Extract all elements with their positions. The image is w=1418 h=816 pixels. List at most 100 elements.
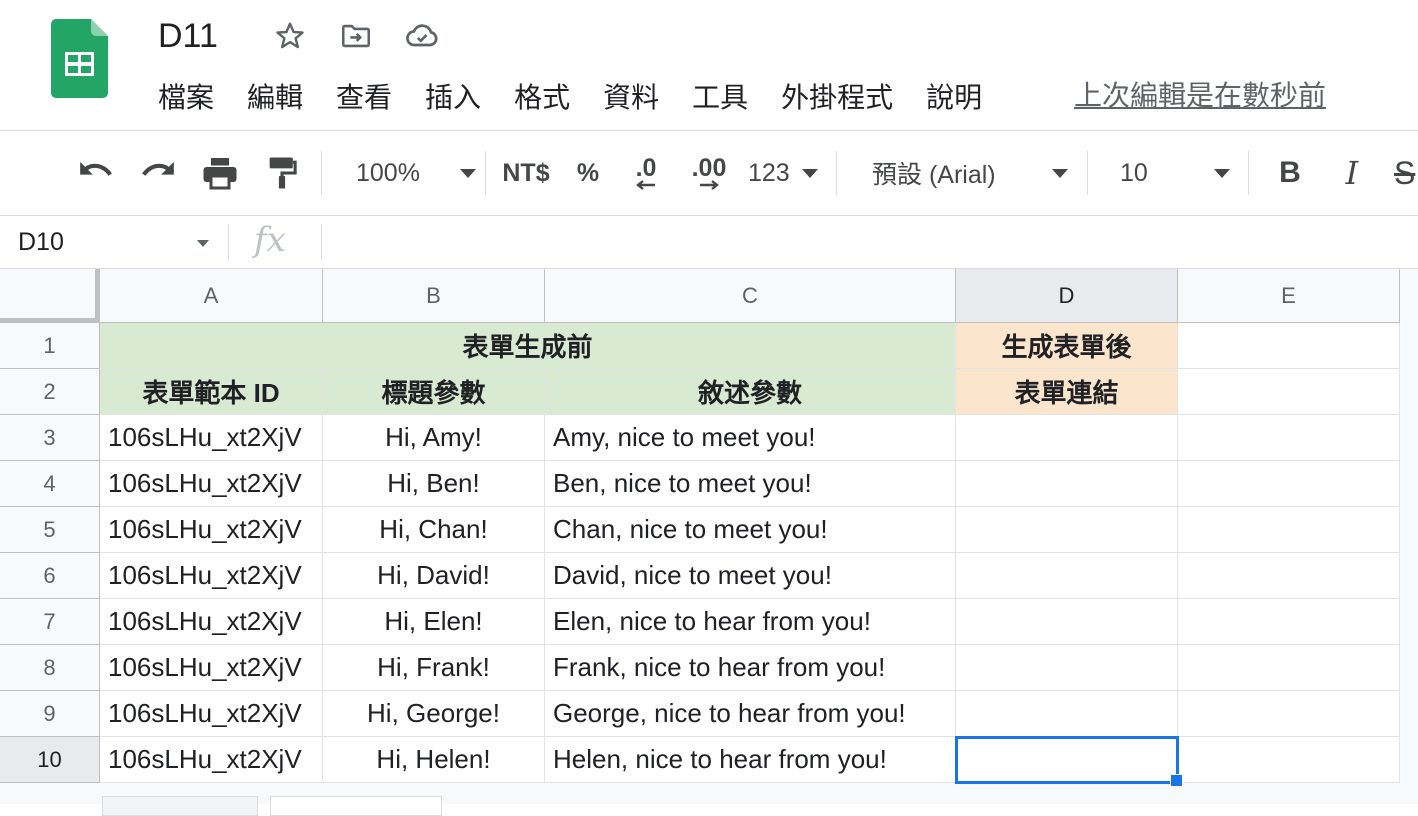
- cell-c10[interactable]: Helen, nice to hear from you!: [545, 737, 956, 783]
- cell-b5[interactable]: Hi, Chan!: [323, 507, 545, 553]
- google-sheets-logo[interactable]: [51, 19, 108, 98]
- cell-e2[interactable]: [1178, 369, 1400, 415]
- row-header-8[interactable]: 8: [0, 645, 100, 691]
- bold-button[interactable]: B: [1270, 151, 1310, 195]
- cell-d1[interactable]: 生成表單後: [956, 323, 1178, 369]
- row-header-2[interactable]: 2: [0, 369, 100, 415]
- cell-e7[interactable]: [1178, 599, 1400, 645]
- column-header-a[interactable]: A: [100, 269, 323, 323]
- cell-a10[interactable]: 106sLHu_xt2XjV: [100, 737, 323, 783]
- column-header-b[interactable]: B: [323, 269, 545, 323]
- menu-file[interactable]: 檔案: [158, 76, 214, 116]
- more-formats-select[interactable]: 123: [748, 151, 818, 195]
- cell-e9[interactable]: [1178, 691, 1400, 737]
- cell-c9[interactable]: George, nice to hear from you!: [545, 691, 956, 737]
- menu-view[interactable]: 查看: [336, 76, 392, 116]
- star-icon[interactable]: [272, 18, 308, 54]
- menu-help[interactable]: 說明: [926, 76, 982, 116]
- select-all-corner[interactable]: [0, 269, 100, 323]
- cell-a7[interactable]: 106sLHu_xt2XjV: [100, 599, 323, 645]
- cell-b10[interactable]: Hi, Helen!: [323, 737, 545, 783]
- cell-e5[interactable]: [1178, 507, 1400, 553]
- last-edit-link[interactable]: 上次編輯是在數秒前: [1074, 76, 1326, 116]
- cell-a1-merged[interactable]: 表單生成前: [100, 323, 956, 369]
- cell-a9[interactable]: 106sLHu_xt2XjV: [100, 691, 323, 737]
- menu-insert[interactable]: 插入: [425, 76, 481, 116]
- cell-e8[interactable]: [1178, 645, 1400, 691]
- cell-d8[interactable]: [956, 645, 1178, 691]
- cell-d6[interactable]: [956, 553, 1178, 599]
- row-header-9[interactable]: 9: [0, 691, 100, 737]
- cell-a2[interactable]: 表單範本 ID: [100, 369, 323, 415]
- column-header-d[interactable]: D: [956, 269, 1178, 323]
- cell-a6[interactable]: 106sLHu_xt2XjV: [100, 553, 323, 599]
- zoom-select[interactable]: 100%: [336, 151, 476, 195]
- decrease-decimal-button[interactable]: .0: [624, 151, 668, 195]
- italic-button[interactable]: I: [1332, 151, 1372, 195]
- move-to-folder-icon[interactable]: [338, 18, 374, 54]
- column-header-e[interactable]: E: [1178, 269, 1400, 323]
- cell-b4[interactable]: Hi, Ben!: [323, 461, 545, 507]
- cell-c3[interactable]: Amy, nice to meet you!: [545, 415, 956, 461]
- increase-decimal-button[interactable]: .00: [686, 151, 732, 195]
- cell-a3[interactable]: 106sLHu_xt2XjV: [100, 415, 323, 461]
- cell-b7[interactable]: Hi, Elen!: [323, 599, 545, 645]
- cell-d4[interactable]: [956, 461, 1178, 507]
- strikethrough-button[interactable]: S: [1394, 151, 1418, 195]
- cell-a5[interactable]: 106sLHu_xt2XjV: [100, 507, 323, 553]
- paint-format-icon[interactable]: [262, 151, 302, 195]
- cell-b6[interactable]: Hi, David!: [323, 553, 545, 599]
- chevron-down-icon[interactable]: [197, 240, 209, 247]
- cell-d5[interactable]: [956, 507, 1178, 553]
- menu-data[interactable]: 資料: [603, 76, 659, 116]
- menu-edit[interactable]: 編輯: [247, 76, 303, 116]
- cell-c7[interactable]: Elen, nice to hear from you!: [545, 599, 956, 645]
- font-size-select[interactable]: 10: [1106, 151, 1230, 195]
- cell-c4[interactable]: Ben, nice to meet you!: [545, 461, 956, 507]
- cell-c6[interactable]: David, nice to meet you!: [545, 553, 956, 599]
- cell-d2[interactable]: 表單連結: [956, 369, 1178, 415]
- menu-format[interactable]: 格式: [514, 76, 570, 116]
- cell-e6[interactable]: [1178, 553, 1400, 599]
- redo-icon[interactable]: [136, 151, 180, 195]
- menu-addons[interactable]: 外掛程式: [781, 76, 893, 116]
- cell-a4[interactable]: 106sLHu_xt2XjV: [100, 461, 323, 507]
- cell-b2[interactable]: 標題參數: [323, 369, 545, 415]
- row-header-3[interactable]: 3: [0, 415, 100, 461]
- row-header-6[interactable]: 6: [0, 553, 100, 599]
- cell-e1[interactable]: [1178, 323, 1400, 369]
- formula-input[interactable]: [334, 224, 1404, 260]
- row-header-4[interactable]: 4: [0, 461, 100, 507]
- cell-d3[interactable]: [956, 415, 1178, 461]
- cell-e10[interactable]: [1178, 737, 1400, 783]
- cell-a8[interactable]: 106sLHu_xt2XjV: [100, 645, 323, 691]
- cell-b9[interactable]: Hi, George!: [323, 691, 545, 737]
- row-header-5[interactable]: 5: [0, 507, 100, 553]
- column-header-c[interactable]: C: [545, 269, 956, 323]
- currency-format-button[interactable]: NT$: [498, 151, 554, 195]
- row-header-7[interactable]: 7: [0, 599, 100, 645]
- cell-c2[interactable]: 敘述參數: [545, 369, 956, 415]
- cell-b8[interactable]: Hi, Frank!: [323, 645, 545, 691]
- row-header-1[interactable]: 1: [0, 323, 100, 369]
- row-header-10[interactable]: 10: [0, 737, 100, 783]
- menu-tools[interactable]: 工具: [692, 76, 748, 116]
- print-icon[interactable]: [198, 151, 242, 195]
- sheet-tab[interactable]: [102, 796, 258, 816]
- cell-d9[interactable]: [956, 691, 1178, 737]
- cell-c5[interactable]: Chan, nice to meet you!: [545, 507, 956, 553]
- font-family-value: 預設 (Arial): [872, 161, 996, 189]
- percent-format-button[interactable]: %: [572, 151, 604, 195]
- font-family-select[interactable]: 預設 (Arial): [852, 151, 1068, 195]
- sheet-tab-active[interactable]: [270, 796, 442, 816]
- cell-e3[interactable]: [1178, 415, 1400, 461]
- name-box[interactable]: D10: [18, 224, 64, 260]
- cell-c8[interactable]: Frank, nice to hear from you!: [545, 645, 956, 691]
- undo-icon[interactable]: [74, 151, 118, 195]
- cell-b3[interactable]: Hi, Amy!: [323, 415, 545, 461]
- cloud-saved-icon[interactable]: [404, 18, 440, 54]
- cell-e4[interactable]: [1178, 461, 1400, 507]
- document-title[interactable]: D11: [158, 14, 218, 58]
- fill-handle[interactable]: [1170, 774, 1183, 787]
- cell-d7[interactable]: [956, 599, 1178, 645]
